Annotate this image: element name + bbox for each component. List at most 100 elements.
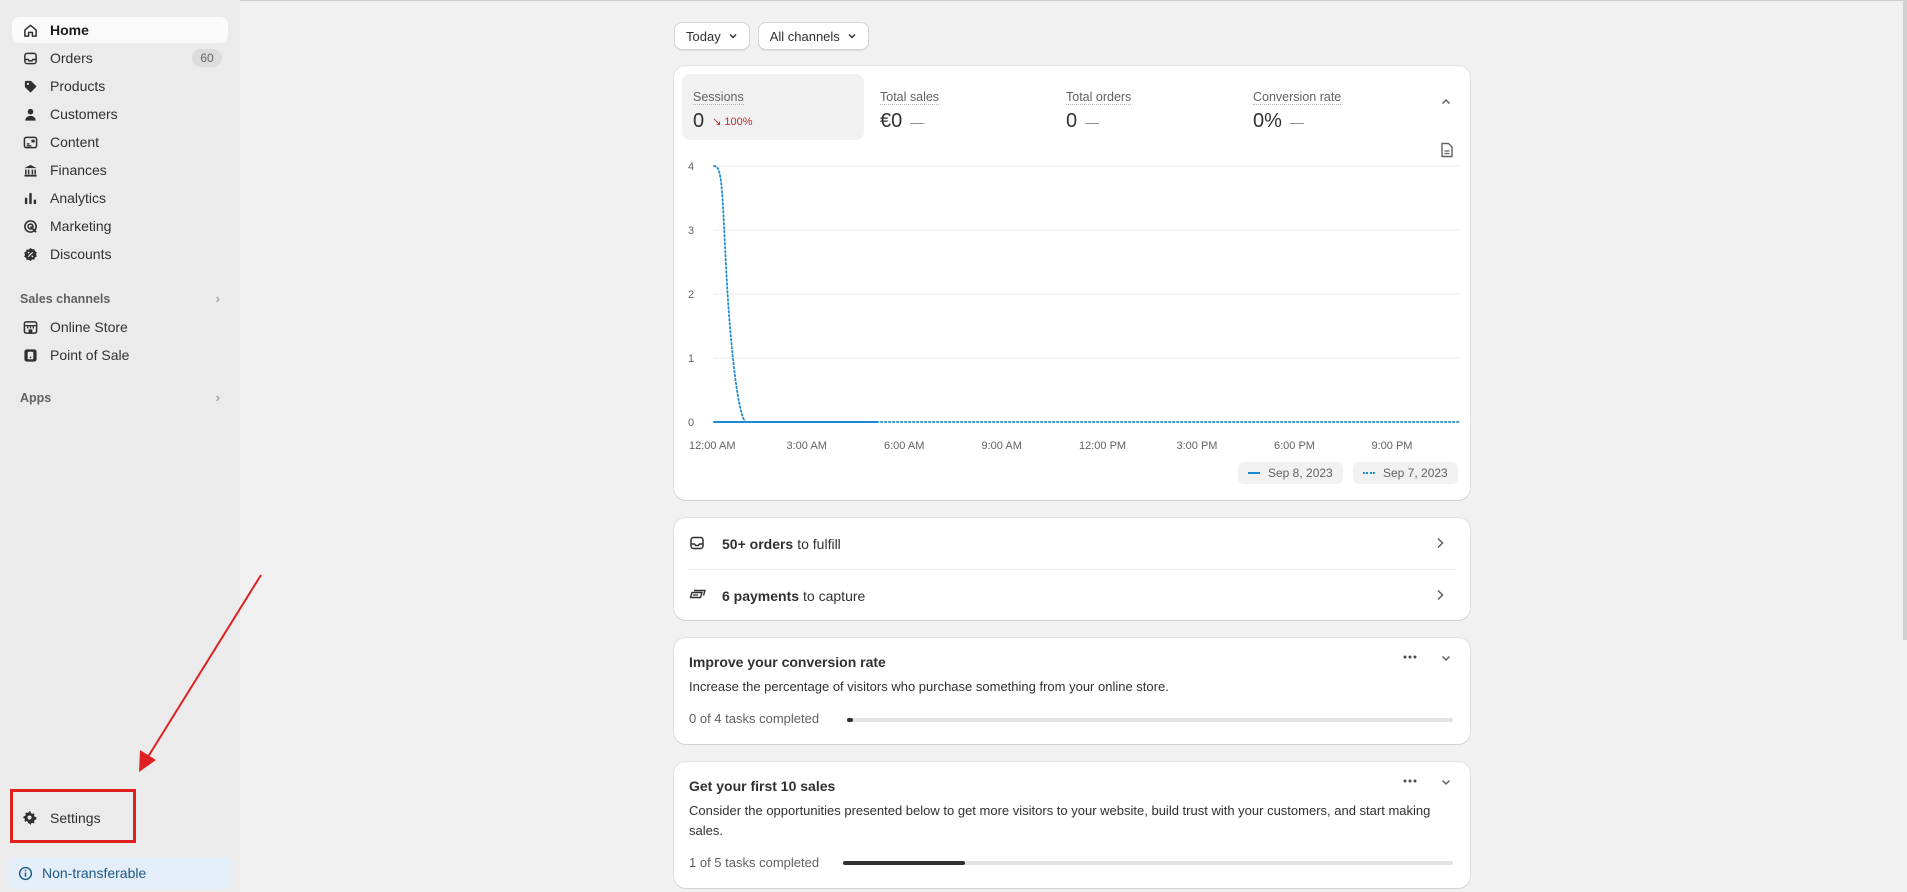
sessions-line-chart: 0 1 2 3 4 12:00 AM 3:00 AM 6:00 AM 9:00 AM 12:00 … [688, 161, 1461, 452]
chevron-right-icon: › [215, 390, 220, 405]
task-text: to capture [803, 588, 866, 604]
sidebar-item-discounts[interactable]: Discounts [12, 241, 228, 267]
top-border [240, 0, 1907, 1]
date-range-button[interactable]: Today [674, 22, 750, 50]
sidebar-item-label: Point of Sale [50, 347, 130, 363]
chevron-down-icon[interactable] [1440, 776, 1452, 788]
pos-icon [22, 347, 38, 363]
annotation-arrow [139, 574, 262, 772]
task-bold: 6 payments [722, 588, 800, 604]
setup-card-description: Increase the percentage of visitors who … [689, 679, 1169, 694]
bank-icon [22, 162, 38, 178]
sidebar-item-finances[interactable]: Finances [12, 157, 228, 183]
analytics-card: Sessions 0 ↘ 100% Total sales €0 — Total… [674, 66, 1470, 500]
sidebar-item-analytics[interactable]: Analytics [12, 185, 228, 211]
sidebar-item-label: Products [50, 78, 106, 94]
sales-channels-label: Sales channels [20, 291, 111, 306]
chevron-right-icon [1434, 536, 1446, 550]
setup-progress-label: 1 of 5 tasks completed [689, 855, 820, 870]
setup-progress-bar [847, 718, 1453, 722]
legend-item-current[interactable]: Sep 8, 2023 [1238, 462, 1343, 484]
first-sales-setup-card: Get your first 10 sales Consider the opp… [674, 762, 1470, 888]
task-bold: 50+ orders [722, 536, 794, 552]
x-tick-label: 12:00 AM [689, 440, 735, 452]
store-icon [22, 319, 38, 335]
task-text: to fulfill [797, 536, 841, 552]
x-tick-label: 3:00 PM [1177, 440, 1218, 452]
apps-header[interactable]: Apps › [20, 390, 220, 405]
discount-icon [22, 246, 38, 262]
sidebar-item-label: Discounts [50, 246, 112, 262]
sidebar-item-products[interactable]: Products [12, 73, 228, 99]
person-icon [22, 106, 38, 122]
sidebar-item-marketing[interactable]: Marketing [12, 213, 228, 239]
x-tick-label: 6:00 PM [1274, 440, 1315, 452]
x-tick-label: 3:00 AM [787, 440, 827, 452]
x-tick-label: 9:00 PM [1372, 440, 1413, 452]
orders-to-fulfill-row[interactable]: 50+ orders to fulfill [674, 518, 1470, 570]
sidebar-item-home[interactable]: Home [12, 17, 228, 43]
x-tick-label: 9:00 AM [982, 440, 1022, 452]
setup-progress-fill [843, 861, 965, 865]
sidebar-item-customers[interactable]: Customers [12, 101, 228, 127]
settings-highlight-box [10, 789, 136, 843]
non-transferable-banner[interactable]: Non-transferable [8, 857, 232, 889]
target-icon [22, 218, 38, 234]
filter-bar: Today All channels [674, 22, 869, 50]
x-tick-label: 6:00 AM [884, 440, 924, 452]
sidebar-item-label: Customers [50, 106, 118, 122]
chevron-down-icon [728, 31, 738, 41]
info-icon [18, 866, 33, 881]
payments-to-capture-row[interactable]: 6 payments to capture [674, 570, 1470, 622]
sidebar-item-label: Analytics [50, 190, 107, 206]
chevron-right-icon: › [215, 291, 220, 306]
legend-dotted-swatch [1363, 472, 1375, 474]
setup-progress-bar [843, 861, 1453, 865]
image-icon [22, 134, 38, 150]
chevron-right-icon [1434, 588, 1446, 602]
y-tick-label: 2 [688, 289, 694, 301]
sidebar-item-online-store[interactable]: Online Store [12, 314, 228, 340]
orders-count-badge: 60 [192, 49, 222, 67]
setup-card-title: Improve your conversion rate [689, 654, 886, 670]
sidebar-item-label: Home [50, 22, 89, 38]
legend-label: Sep 8, 2023 [1268, 466, 1333, 480]
sidebar-item-point-of-sale[interactable]: Point of Sale [12, 342, 228, 368]
payment-icon [689, 587, 707, 605]
y-tick-label: 4 [688, 161, 694, 173]
channel-filter-button[interactable]: All channels [757, 22, 869, 50]
sidebar-item-label: Orders [50, 50, 93, 66]
bar-chart-icon [22, 190, 38, 206]
inbox-icon [689, 535, 707, 553]
legend-solid-swatch [1248, 472, 1260, 474]
legend-item-previous[interactable]: Sep 7, 2023 [1353, 462, 1458, 484]
y-tick-label: 1 [688, 353, 694, 365]
sidebar-item-label: Content [50, 134, 100, 150]
sales-channels-header[interactable]: Sales channels › [20, 291, 220, 306]
y-tick-label: 0 [688, 417, 694, 429]
inbox-icon [22, 50, 38, 66]
home-icon [22, 22, 38, 38]
legend-label: Sep 7, 2023 [1383, 466, 1448, 480]
more-actions-icon[interactable] [1402, 778, 1418, 784]
conversion-rate-setup-card: Improve your conversion rate Increase th… [674, 638, 1470, 744]
setup-progress-fill [847, 718, 854, 722]
apps-label: Apps [20, 390, 52, 405]
y-tick-label: 3 [688, 225, 694, 237]
tasks-card: 50+ orders to fulfill 6 payments to capt… [674, 518, 1470, 620]
setup-card-description: Consider the opportunities presented bel… [689, 803, 1431, 838]
channel-filter-label: All channels [769, 28, 840, 44]
sidebar-item-content[interactable]: Content [12, 129, 228, 155]
setup-card-title: Get your first 10 sales [689, 778, 836, 794]
tag-icon [22, 78, 38, 94]
x-tick-label: 12:00 PM [1079, 440, 1126, 452]
non-transferable-label: Non-transferable [42, 865, 147, 881]
sidebar-item-label: Finances [50, 162, 107, 178]
sidebar-item-orders[interactable]: Orders 60 [12, 45, 228, 71]
scrollbar[interactable] [1903, 0, 1907, 640]
sidebar-item-label: Online Store [50, 319, 128, 335]
setup-progress-label: 0 of 4 tasks completed [689, 711, 820, 726]
chevron-down-icon [847, 31, 857, 41]
more-actions-icon[interactable] [1402, 654, 1418, 660]
chevron-down-icon[interactable] [1440, 652, 1452, 664]
